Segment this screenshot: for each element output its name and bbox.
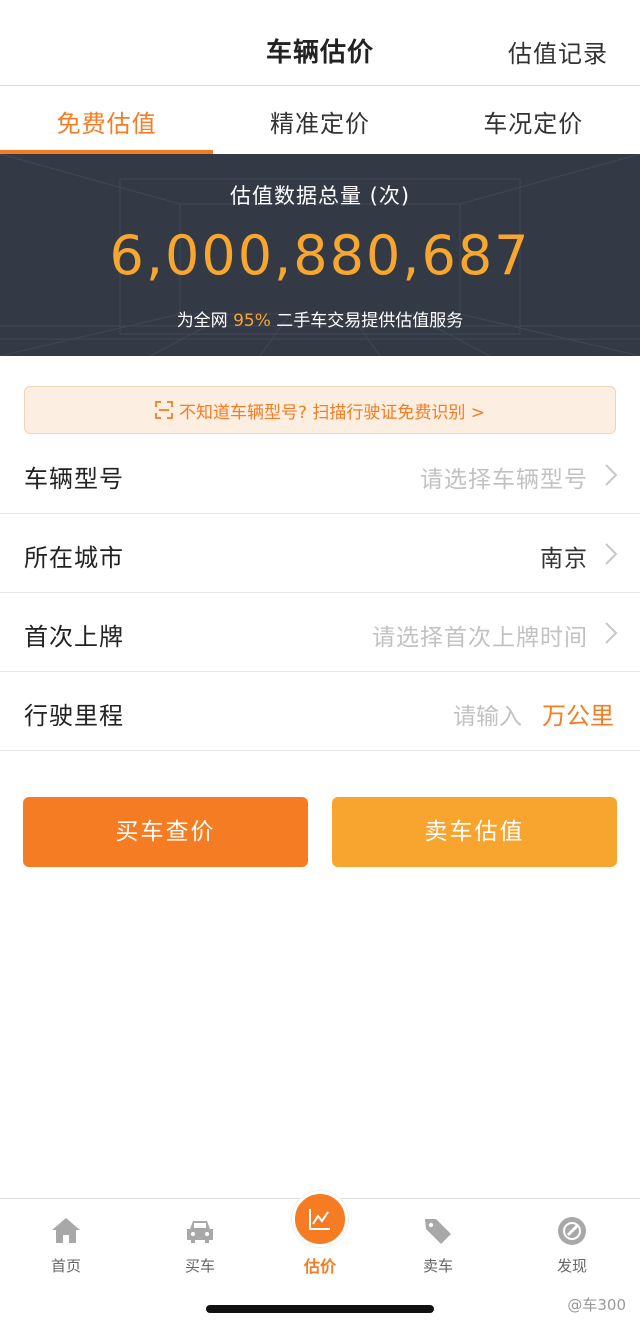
tag-icon [425, 1219, 451, 1244]
chevron-right-icon [605, 543, 618, 565]
top-header: 车辆估价 估值记录 [0, 0, 640, 86]
chevron-right-icon [605, 622, 618, 644]
first-registration-placeholder: 请选择首次上牌时间 [372, 625, 588, 651]
desc-highlight-percent: 95% [233, 311, 271, 331]
tab-precise-pricing[interactable]: 精准定价 [213, 86, 426, 154]
city-label: 所在城市 [24, 544, 124, 572]
compass-icon [558, 1217, 586, 1245]
mileage-row: 行驶里程 请输入 万公里 [0, 672, 640, 751]
mileage-label: 行驶里程 [24, 702, 124, 730]
valuation-record-link[interactable]: 估值记录 [508, 34, 608, 69]
tab-free-valuation[interactable]: 免费估值 [0, 86, 214, 154]
vehicle-model-placeholder: 请选择车辆型号 [420, 467, 588, 493]
first-registration-row[interactable]: 首次上牌 请选择首次上牌时间 [0, 593, 640, 672]
nav-label-discover: 发现 [556, 1257, 587, 1275]
nav-label-home: 首页 [50, 1257, 81, 1275]
nav-label-buy: 买车 [184, 1257, 215, 1275]
scan-tip-text: 不知道车辆型号? 扫描行驶证免费识别 > [178, 402, 486, 423]
nav-valuation-circle [292, 1191, 348, 1247]
scan-license-tip[interactable]: 不知道车辆型号? 扫描行驶证免费识别 > [24, 386, 616, 434]
city-value: 南京 [540, 546, 588, 572]
watermark: @车300 [567, 1296, 626, 1314]
tab-bar: 免费估值 精准定价 车况定价 [0, 86, 640, 154]
nav-label-sell: 卖车 [422, 1257, 453, 1275]
first-registration-label: 首次上牌 [24, 623, 124, 651]
vehicle-model-label: 车辆型号 [24, 465, 124, 493]
stats-label: 估值数据总量 (次) [229, 184, 411, 208]
scan-icon [155, 401, 173, 419]
desc-prefix: 为全网 [176, 311, 228, 331]
desc-suffix: 二手车交易提供估值服务 [276, 311, 464, 331]
chart-icon [309, 1209, 330, 1230]
city-row[interactable]: 所在城市 南京 [0, 514, 640, 593]
nav-item-valuation[interactable]: 估价 [288, 1191, 352, 1277]
valuation-stats-banner: 估值数据总量 (次) 6,000,880,687 为全网 95% 二手车交易提供… [0, 154, 640, 356]
stats-description: 为全网 95% 二手车交易提供估值服务 [0, 306, 640, 331]
tab-condition-pricing[interactable]: 车况定价 [427, 86, 640, 154]
chevron-right-icon [605, 464, 618, 486]
mileage-input[interactable]: 请输入 [453, 697, 522, 731]
car-icon [187, 1221, 213, 1243]
home-icon [52, 1218, 80, 1243]
vehicle-model-row[interactable]: 车辆型号 请选择车辆型号 [0, 435, 640, 514]
nav-label-valuation: 估价 [303, 1257, 336, 1276]
sell-car-valuation-button[interactable]: 卖车估值 [332, 797, 617, 867]
mileage-unit: 万公里 [542, 702, 614, 730]
valuation-total-count: 6,000,880,687 [109, 224, 531, 287]
home-indicator [206, 1305, 434, 1313]
buy-car-price-button[interactable]: 买车查价 [23, 797, 308, 867]
